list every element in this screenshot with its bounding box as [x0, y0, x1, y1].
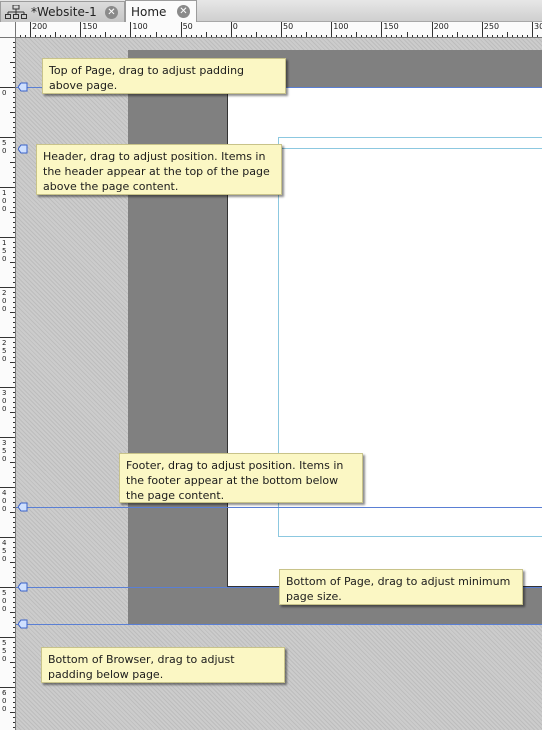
bottom-of-page-tooltip: Bottom of Page, drag to adjust minimum p… — [279, 569, 523, 605]
ruler-label: 5 5 0 — [2, 639, 7, 663]
ruler-tick — [0, 387, 15, 388]
ruler-label: 4 0 0 — [2, 489, 7, 513]
ruler-label: 1 0 0 — [2, 189, 7, 213]
horizontal-ruler[interactable]: 200 150 100 50 0 50 100 150 200 250 300 — [16, 22, 542, 38]
ruler-corner — [0, 22, 16, 38]
ruler-tick — [180, 22, 182, 37]
bottom-of-browser-handle-icon[interactable] — [18, 619, 28, 629]
ruler-tick — [0, 237, 15, 238]
header-handle-icon[interactable] — [18, 144, 28, 154]
ruler-label: 300 — [534, 22, 542, 31]
ruler-label: 3 5 0 — [2, 439, 7, 463]
tab-website-1[interactable]: *Website-1 ✕ — [0, 1, 125, 22]
ruler-tick — [0, 187, 15, 188]
ruler-label: 150 — [82, 22, 98, 31]
ruler-label: 250 — [483, 22, 500, 31]
top-of-page-tooltip-text: Top of Page, drag to adjust padding abov… — [49, 64, 245, 92]
footer-tooltip: Footer, drag to adjust position. Items i… — [119, 453, 363, 503]
close-tab-home-icon[interactable]: ✕ — [177, 5, 190, 18]
vertical-ruler[interactable]: 0 5 0 1 0 0 1 5 0 2 0 0 2 5 0 3 0 0 3 5 0 4 0 0 4… — [0, 38, 16, 730]
footer-guide[interactable] — [16, 507, 542, 508]
footer-handle-icon[interactable] — [18, 502, 28, 512]
ruler-tick — [0, 287, 15, 288]
ruler-label: 50 — [182, 22, 193, 31]
bottom-of-page-tooltip-text: Bottom of Page, drag to adjust minimum p… — [286, 575, 511, 603]
ruler-tick — [0, 87, 15, 88]
ruler-label: 5 0 0 — [2, 589, 7, 613]
ruler-tick — [0, 137, 15, 138]
ruler-tick — [0, 587, 15, 588]
ruler-tick — [30, 22, 31, 37]
ruler-tick — [0, 687, 15, 688]
top-of-page-handle-icon[interactable] — [18, 82, 28, 92]
ruler-tick — [230, 22, 232, 37]
ruler-label: 2 5 0 — [2, 339, 7, 363]
ruler-tick — [0, 487, 15, 488]
ruler-tick — [80, 22, 82, 37]
tab-home[interactable]: Home ✕ — [125, 0, 197, 22]
ruler-label: 2 0 0 — [2, 289, 7, 313]
ruler-label: 0 — [232, 22, 238, 31]
top-of-page-tooltip: Top of Page, drag to adjust padding abov… — [42, 58, 286, 94]
bottom-of-browser-tooltip: Bottom of Browser, drag to adjust paddin… — [41, 647, 285, 683]
footer-tooltip-text: Footer, drag to adjust position. Items i… — [126, 459, 344, 502]
ruler-label: 5 0 — [2, 139, 7, 155]
sitemap-icon — [5, 4, 27, 19]
ruler-label: 50 — [283, 22, 294, 31]
ruler-tick — [130, 22, 132, 37]
ruler-label: 3 0 0 — [2, 389, 7, 413]
header-tooltip-text: Header, drag to adjust position. Items i… — [43, 150, 270, 193]
ruler-label: 4 5 0 — [2, 539, 7, 563]
ruler-label: 0 — [2, 89, 7, 97]
ruler-tick — [481, 22, 483, 37]
ruler-label: 100 — [132, 22, 148, 31]
ruler-label: 1 5 0 — [2, 239, 7, 263]
ruler-tick — [331, 22, 333, 37]
header-guide-line — [278, 148, 542, 149]
ruler-label: 200 — [32, 22, 48, 31]
bottom-of-browser-guide[interactable] — [16, 624, 542, 625]
tab-home-label: Home — [131, 4, 167, 19]
ruler-tick — [281, 22, 282, 37]
bottom-of-page-handle-icon[interactable] — [18, 582, 28, 592]
ruler-label: 200 — [433, 22, 449, 31]
ruler-label: 150 — [383, 22, 399, 31]
ruler-tick — [0, 337, 15, 338]
tab-website-1-label: *Website-1 — [31, 5, 97, 19]
ruler-tick — [0, 537, 15, 538]
ruler-tick — [0, 637, 15, 638]
design-canvas[interactable]: Top of Page, drag to adjust padding abov… — [16, 38, 542, 730]
close-tab-website-1-icon[interactable]: ✕ — [105, 6, 118, 19]
ruler-tick — [381, 22, 383, 37]
ruler-tick — [0, 437, 15, 438]
ruler-tick — [431, 22, 433, 37]
ruler-tick — [532, 22, 533, 37]
document-tab-bar: *Website-1 ✕ Home ✕ — [0, 0, 542, 22]
header-tooltip: Header, drag to adjust position. Items i… — [36, 144, 282, 195]
bottom-of-browser-tooltip-text: Bottom of Browser, drag to adjust paddin… — [48, 653, 235, 681]
ruler-label: 100 — [333, 22, 349, 31]
ruler-label: 6 0 0 — [2, 689, 7, 713]
